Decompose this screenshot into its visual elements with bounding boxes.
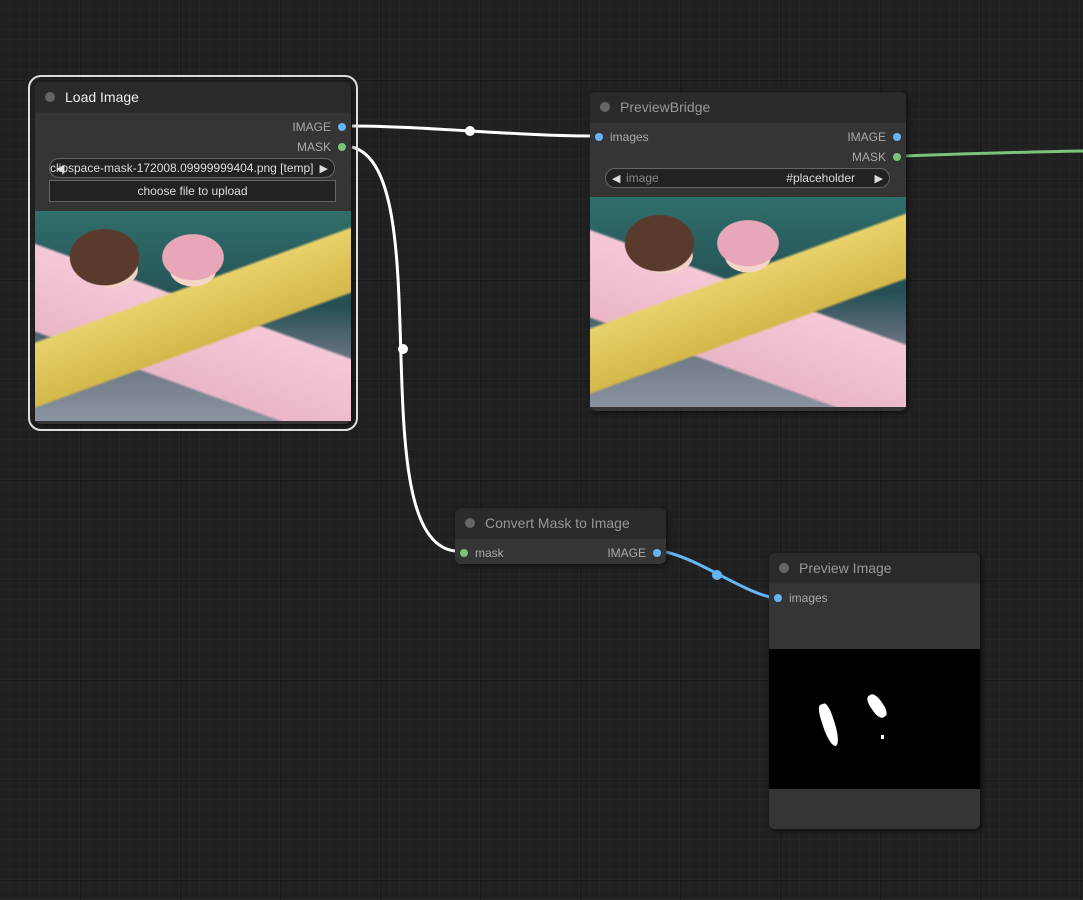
image-combo[interactable]: ◀ image #placeholder ▶ [605,168,890,188]
node-preview-image[interactable]: Preview Image images [769,553,980,829]
output-slot-image[interactable]: IMAGE [607,546,661,560]
output-pin-icon[interactable] [893,133,901,141]
combo-prev-arrow-icon[interactable]: ◀ [612,172,620,185]
slot-label: images [789,591,828,605]
node-title: Convert Mask to Image [485,515,630,531]
combo-next-arrow-icon[interactable]: ▶ [875,172,883,185]
node-title-bar[interactable]: PreviewBridge [590,92,906,123]
input-slot-images[interactable]: images [774,591,828,605]
combo-next-arrow-icon[interactable]: ▶ [320,162,328,175]
combo-label: image [626,171,659,185]
input-pin-icon[interactable] [460,549,468,557]
output-slot-image[interactable]: IMAGE [847,130,901,144]
image-preview [590,197,906,407]
mask-region [881,735,884,739]
combo-value: #placeholder [786,171,855,185]
node-title-bar[interactable]: Preview Image [769,553,980,584]
input-slot-images[interactable]: images [595,130,649,144]
output-slot-image[interactable]: IMAGE [292,120,346,134]
link-midpoint-handle[interactable] [712,570,722,580]
mask-region [816,702,842,748]
slot-label: MASK [851,150,886,164]
input-pin-icon[interactable] [595,133,603,141]
output-pin-icon[interactable] [653,549,661,557]
image-preview [35,211,351,421]
mask-region [864,691,890,721]
link-midpoint-handle[interactable] [398,344,408,354]
slot-label: IMAGE [292,120,331,134]
image-file-combo[interactable]: ◀ clipspace-mask-172008.09999999404.png … [49,158,335,178]
slot-label: IMAGE [607,546,646,560]
link-midpoint-handle[interactable] [465,126,475,136]
node-preview-bridge[interactable]: PreviewBridge images IMAGE MASK ◀ image … [590,92,906,411]
slot-label: MASK [296,140,331,154]
slot-label: images [610,130,649,144]
mask-preview [769,649,980,789]
node-title: Preview Image [799,560,892,576]
collapse-dot-icon[interactable] [45,92,55,102]
input-slot-mask[interactable]: mask [460,546,504,560]
output-slot-mask[interactable]: MASK [851,150,901,164]
node-convert-mask-to-image[interactable]: Convert Mask to Image mask IMAGE [455,508,666,564]
node-load-image[interactable]: Load Image IMAGE MASK ◀ clipspace-mask-1… [28,75,358,431]
upload-button[interactable]: choose file to upload [49,180,336,202]
input-pin-icon[interactable] [774,594,782,602]
collapse-dot-icon[interactable] [465,518,475,528]
combo-value: clipspace-mask-172008.09999999404.png [t… [50,161,314,175]
output-pin-icon[interactable] [893,153,901,161]
node-title: Load Image [65,89,139,105]
collapse-dot-icon[interactable] [779,563,789,573]
node-title-bar[interactable]: Load Image [35,82,351,113]
slot-label: IMAGE [847,130,886,144]
collapse-dot-icon[interactable] [600,102,610,112]
link-previewbridge-mask-out[interactable] [904,149,1083,158]
node-title-bar[interactable]: Convert Mask to Image [455,508,666,539]
output-slot-mask[interactable]: MASK [296,140,346,154]
output-pin-icon[interactable] [338,143,346,151]
output-pin-icon[interactable] [338,123,346,131]
node-title: PreviewBridge [620,99,711,115]
slot-label: mask [475,546,504,560]
